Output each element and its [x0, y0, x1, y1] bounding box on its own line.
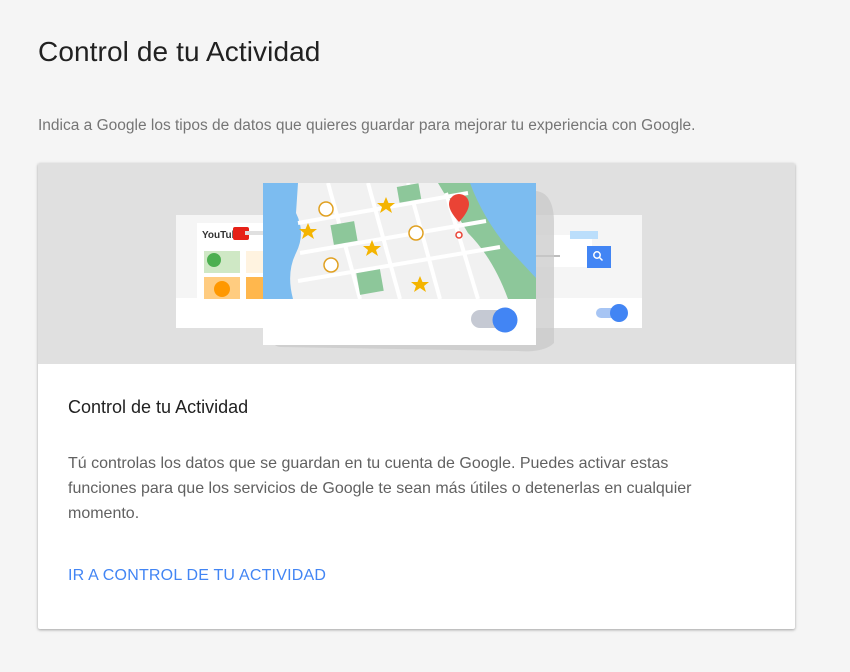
go-to-activity-controls-link[interactable]: IR A CONTROL DE TU ACTIVIDAD	[68, 567, 326, 585]
map-card	[263, 183, 536, 345]
page-title: Control de tu Actividad	[38, 36, 321, 67]
home-icon	[323, 257, 339, 273]
page-subtitle: Indica a Google los tipos de datos que q…	[38, 117, 696, 134]
card-description: Tú controlas los datos que se guardan en…	[68, 455, 692, 522]
hero-illustration: YouTube	[38, 163, 795, 364]
activity-card: YouTube Control de tu Actividad Tú contr…	[38, 163, 795, 629]
card-title: Control de tu Actividad	[68, 397, 249, 417]
